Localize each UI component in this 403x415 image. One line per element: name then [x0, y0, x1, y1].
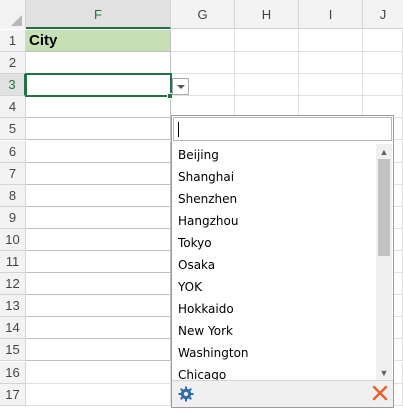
- cell-f10[interactable]: [26, 229, 171, 251]
- row-header-9[interactable]: 9: [0, 207, 26, 229]
- cell-i2[interactable]: [299, 52, 363, 74]
- column-header-i[interactable]: I: [299, 0, 363, 29]
- chevron-down-icon: [177, 85, 185, 89]
- cell-i3[interactable]: [299, 74, 363, 96]
- dropdown-footer: [172, 380, 393, 407]
- select-all-corner[interactable]: [0, 0, 26, 29]
- chevron-up-icon[interactable]: ▲: [376, 144, 392, 160]
- chevron-down-icon[interactable]: ▼: [376, 365, 392, 381]
- scrollbar-thumb[interactable]: [378, 159, 390, 256]
- cell-f16[interactable]: [26, 362, 171, 384]
- cell-g1[interactable]: [171, 30, 235, 52]
- cell-h1[interactable]: [235, 30, 299, 52]
- close-icon[interactable]: [372, 385, 388, 401]
- row-header-16[interactable]: 16: [0, 362, 26, 384]
- row-header-1[interactable]: 1: [0, 30, 26, 52]
- cell-j3[interactable]: [363, 74, 403, 96]
- cell-i1[interactable]: [299, 30, 363, 52]
- cell-h3[interactable]: [235, 74, 299, 96]
- column-header-j[interactable]: J: [363, 0, 403, 29]
- cell-f8[interactable]: [26, 185, 171, 207]
- row-header-10[interactable]: 10: [0, 229, 26, 251]
- row-header-2[interactable]: 2: [0, 52, 26, 74]
- cell-f2[interactable]: [26, 52, 171, 74]
- cell-f6[interactable]: [26, 141, 171, 163]
- cell-f4[interactable]: [26, 96, 171, 118]
- row-header-6[interactable]: 6: [0, 141, 26, 163]
- cell-f12[interactable]: [26, 273, 171, 295]
- cell-j2[interactable]: [363, 52, 403, 74]
- row-header-7[interactable]: 7: [0, 163, 26, 185]
- cell-f17[interactable]: [26, 384, 171, 406]
- row-header-5[interactable]: 5: [0, 118, 26, 140]
- list-item[interactable]: Tokyo: [173, 232, 376, 254]
- row-header-17[interactable]: 17: [0, 384, 26, 406]
- list-item[interactable]: Hokkaido: [173, 298, 376, 320]
- cell-f7[interactable]: [26, 163, 171, 185]
- data-validation-dropdown-button[interactable]: [172, 78, 189, 95]
- dropdown-list-popup: Beijing Shanghai Shenzhen Hangzhou Tokyo…: [171, 115, 394, 408]
- list-item[interactable]: New York: [173, 320, 376, 342]
- gear-icon[interactable]: [178, 386, 194, 402]
- column-header-f[interactable]: F: [26, 0, 171, 29]
- dropdown-search-input[interactable]: [173, 117, 392, 141]
- row-header-13[interactable]: 13: [0, 295, 26, 317]
- row-header-8[interactable]: 8: [0, 185, 26, 207]
- row-header-12[interactable]: 12: [0, 273, 26, 295]
- select-all-icon: [11, 15, 22, 26]
- row-header-4[interactable]: 4: [0, 96, 26, 118]
- cell-f13[interactable]: [26, 295, 171, 317]
- row-header-11[interactable]: 11: [0, 251, 26, 273]
- row-header-3[interactable]: 3: [0, 74, 26, 96]
- cell-h2[interactable]: [235, 52, 299, 74]
- list-item[interactable]: Osaka: [173, 254, 376, 276]
- vertical-scrollbar[interactable]: ▲ ▼: [376, 144, 392, 381]
- cell-f5[interactable]: [26, 118, 171, 140]
- list-item[interactable]: Shanghai: [173, 166, 376, 188]
- cell-g2[interactable]: [171, 52, 235, 74]
- cell-f15[interactable]: [26, 339, 171, 361]
- list-item[interactable]: Washington: [173, 342, 376, 364]
- column-header-g[interactable]: G: [171, 0, 235, 29]
- cell-j1[interactable]: [363, 30, 403, 52]
- cell-f1[interactable]: City: [26, 30, 171, 52]
- column-header-h[interactable]: H: [235, 0, 299, 29]
- list-item[interactable]: YOK: [173, 276, 376, 298]
- list-item[interactable]: Beijing: [173, 144, 376, 166]
- row-header-14[interactable]: 14: [0, 317, 26, 339]
- cell-f14[interactable]: [26, 317, 171, 339]
- dropdown-options-list: Beijing Shanghai Shenzhen Hangzhou Tokyo…: [173, 144, 376, 381]
- list-item[interactable]: Hangzhou: [173, 210, 376, 232]
- cell-f11[interactable]: [26, 251, 171, 273]
- spreadsheet: F G H I J 1 City 2 3 4 5 6 7 8 9 10 11 12 13 14 15 16 17 …: [0, 0, 403, 415]
- active-cell-outline[interactable]: [25, 73, 172, 97]
- cell-f9[interactable]: [26, 207, 171, 229]
- list-item[interactable]: Chicago: [173, 364, 376, 381]
- text-caret: [178, 122, 179, 137]
- list-item[interactable]: Shenzhen: [173, 188, 376, 210]
- row-header-15[interactable]: 15: [0, 339, 26, 361]
